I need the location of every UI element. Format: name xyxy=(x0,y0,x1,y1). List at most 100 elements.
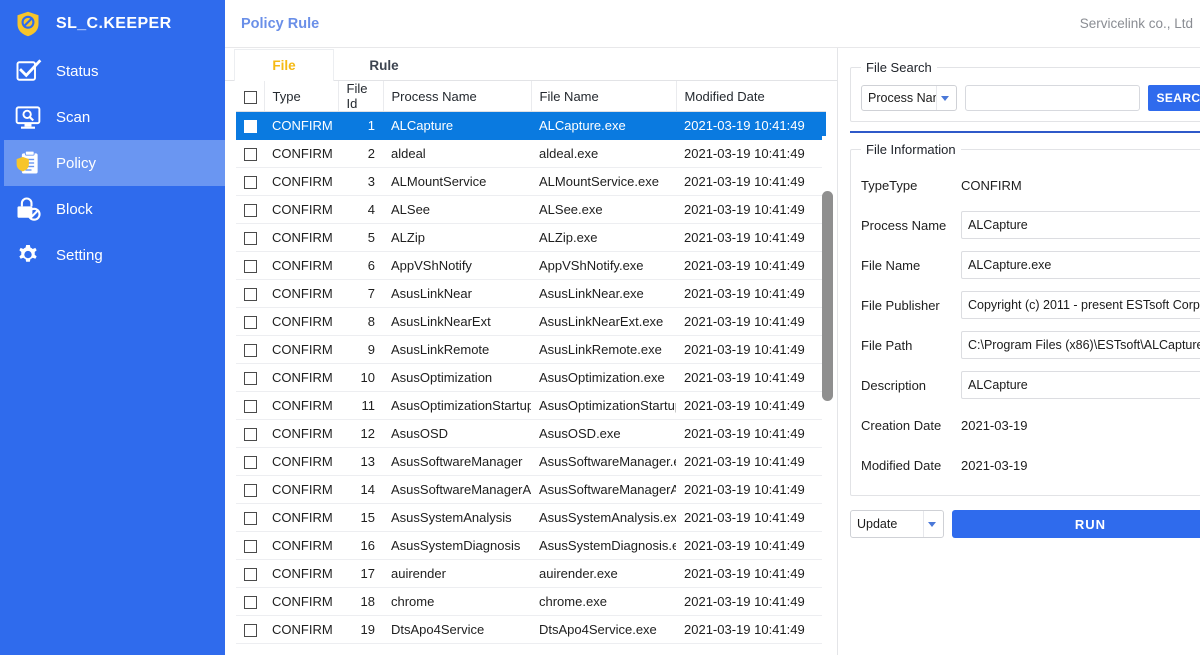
sidebar-item-scan[interactable]: Scan xyxy=(0,94,225,140)
row-checkbox[interactable] xyxy=(244,204,257,217)
table-row[interactable]: CONFIRM16AsusSystemDiagnosisAsusSystemDi… xyxy=(236,532,826,560)
cell-file-name: aldeal.exe xyxy=(531,140,676,168)
row-checkbox[interactable] xyxy=(244,512,257,525)
row-checkbox-cell[interactable] xyxy=(236,392,264,420)
table-row[interactable]: CONFIRM1ALCaptureALCapture.exe2021-03-19… xyxy=(236,112,826,140)
select-all-header[interactable] xyxy=(236,81,264,112)
table-row[interactable]: CONFIRM13AsusSoftwareManagerAsusSoftware… xyxy=(236,448,826,476)
cell-type: CONFIRM xyxy=(264,224,338,252)
row-checkbox[interactable] xyxy=(244,568,257,581)
row-checkbox-cell[interactable] xyxy=(236,224,264,252)
row-checkbox[interactable] xyxy=(244,400,257,413)
row-checkbox[interactable] xyxy=(244,316,257,329)
row-checkbox[interactable] xyxy=(244,540,257,553)
column-header-modified[interactable]: Modified Date xyxy=(676,81,826,112)
table-row[interactable]: CONFIRM2aldealaldeal.exe2021-03-19 10:41… xyxy=(236,140,826,168)
table-row[interactable]: CONFIRM3ALMountServiceALMountService.exe… xyxy=(236,168,826,196)
file-path-field[interactable] xyxy=(961,331,1200,359)
table-row[interactable]: CONFIRM10AsusOptimizationAsusOptimizatio… xyxy=(236,364,826,392)
row-checkbox-cell[interactable] xyxy=(236,112,264,140)
column-header-file-id[interactable]: File Id xyxy=(338,81,383,112)
sidebar-item-policy[interactable]: Policy xyxy=(0,140,225,186)
row-checkbox[interactable] xyxy=(244,428,257,441)
row-checkbox-cell[interactable] xyxy=(236,420,264,448)
row-checkbox-cell[interactable] xyxy=(236,504,264,532)
table-row[interactable]: CONFIRM11AsusOptimizationStartupAsusOpti… xyxy=(236,392,826,420)
table-row[interactable]: CONFIRM6AppVShNotifyAppVShNotify.exe2021… xyxy=(236,252,826,280)
cell-process-name: AsusLinkRemote xyxy=(383,336,531,364)
search-input[interactable] xyxy=(965,85,1140,111)
row-checkbox-cell[interactable] xyxy=(236,168,264,196)
table-row[interactable]: CONFIRM9AsusLinkRemoteAsusLinkRemote.exe… xyxy=(236,336,826,364)
row-checkbox-cell[interactable] xyxy=(236,336,264,364)
row-checkbox[interactable] xyxy=(244,232,257,245)
sidebar-item-status[interactable]: Status xyxy=(0,48,225,94)
row-checkbox[interactable] xyxy=(244,148,257,161)
process-name-label: Process Name xyxy=(861,218,961,233)
cell-file-name: ALSee.exe xyxy=(531,196,676,224)
cell-process-name: AsusSystemDiagnosis xyxy=(383,532,531,560)
description-field[interactable] xyxy=(961,371,1200,399)
tab-rule[interactable]: Rule xyxy=(334,49,434,81)
cell-file-id: 15 xyxy=(338,504,383,532)
row-checkbox-cell[interactable] xyxy=(236,616,264,644)
main-area: Policy Rule Servicelink co., Ltd File Ru… xyxy=(225,0,1200,655)
table-row[interactable]: CONFIRM19DtsApo4ServiceDtsApo4Service.ex… xyxy=(236,616,826,644)
table-row[interactable]: CONFIRM5ALZipALZip.exe2021-03-19 10:41:4… xyxy=(236,224,826,252)
table-row[interactable]: CONFIRM12AsusOSDAsusOSD.exe2021-03-19 10… xyxy=(236,420,826,448)
column-header-filename[interactable]: File Name xyxy=(531,81,676,112)
file-publisher-field[interactable] xyxy=(961,291,1200,319)
row-checkbox-cell[interactable] xyxy=(236,252,264,280)
action-mode-select[interactable]: Update xyxy=(850,510,944,538)
row-checkbox-cell[interactable] xyxy=(236,476,264,504)
table-row[interactable]: CONFIRM8AsusLinkNearExtAsusLinkNearExt.e… xyxy=(236,308,826,336)
row-checkbox[interactable] xyxy=(244,120,257,133)
row-checkbox-cell[interactable] xyxy=(236,308,264,336)
cell-process-name: ALCapture xyxy=(383,112,531,140)
row-checkbox[interactable] xyxy=(244,456,257,469)
row-checkbox[interactable] xyxy=(244,260,257,273)
table-scrollbar[interactable] xyxy=(822,136,833,655)
table-header-row: Type File Id Process Name File Name Modi… xyxy=(236,81,826,112)
row-checkbox[interactable] xyxy=(244,596,257,609)
column-header-process[interactable]: Process Name xyxy=(383,81,531,112)
row-checkbox[interactable] xyxy=(244,176,257,189)
row-checkbox-cell[interactable] xyxy=(236,140,264,168)
gear-icon xyxy=(14,241,42,269)
row-checkbox-cell[interactable] xyxy=(236,364,264,392)
row-checkbox[interactable] xyxy=(244,484,257,497)
column-header-type[interactable]: Type xyxy=(264,81,338,112)
file-name-field[interactable] xyxy=(961,251,1200,279)
row-checkbox-cell[interactable] xyxy=(236,560,264,588)
cell-file-id: 11 xyxy=(338,392,383,420)
row-checkbox-cell[interactable] xyxy=(236,532,264,560)
row-checkbox[interactable] xyxy=(244,372,257,385)
tab-file[interactable]: File xyxy=(234,49,334,81)
row-checkbox-cell[interactable] xyxy=(236,280,264,308)
table-row[interactable]: CONFIRM7AsusLinkNearAsusLinkNear.exe2021… xyxy=(236,280,826,308)
table-scrollbar-thumb[interactable] xyxy=(822,191,833,401)
sidebar-item-block[interactable]: Block xyxy=(0,186,225,232)
topbar: Policy Rule Servicelink co., Ltd xyxy=(225,0,1200,48)
search-button[interactable]: SEARCH xyxy=(1148,85,1200,111)
row-checkbox[interactable] xyxy=(244,624,257,637)
table-row[interactable]: CONFIRM17auirenderauirender.exe2021-03-1… xyxy=(236,560,826,588)
table-row[interactable]: CONFIRM4ALSeeALSee.exe2021-03-19 10:41:4… xyxy=(236,196,826,224)
process-name-field[interactable] xyxy=(961,211,1200,239)
row-checkbox-cell[interactable] xyxy=(236,196,264,224)
sidebar-item-setting[interactable]: Setting xyxy=(0,232,225,278)
table-row[interactable]: CONFIRM18chromechrome.exe2021-03-19 10:4… xyxy=(236,588,826,616)
search-field-select[interactable]: Process Name xyxy=(861,85,957,111)
cell-type: CONFIRM xyxy=(264,196,338,224)
table-row[interactable]: CONFIRM15AsusSystemAnalysisAsusSystemAna… xyxy=(236,504,826,532)
run-button[interactable]: RUN xyxy=(952,510,1200,538)
chevron-down-icon[interactable] xyxy=(936,86,952,110)
select-all-checkbox[interactable] xyxy=(244,91,257,104)
row-checkbox[interactable] xyxy=(244,288,257,301)
row-checkbox-cell[interactable] xyxy=(236,448,264,476)
chevron-down-icon[interactable] xyxy=(923,511,939,537)
row-checkbox-cell[interactable] xyxy=(236,588,264,616)
row-checkbox[interactable] xyxy=(244,344,257,357)
table-row[interactable]: CONFIRM14AsusSoftwareManagerAgAsusSoftwa… xyxy=(236,476,826,504)
file-publisher-label: File Publisher xyxy=(861,298,961,313)
